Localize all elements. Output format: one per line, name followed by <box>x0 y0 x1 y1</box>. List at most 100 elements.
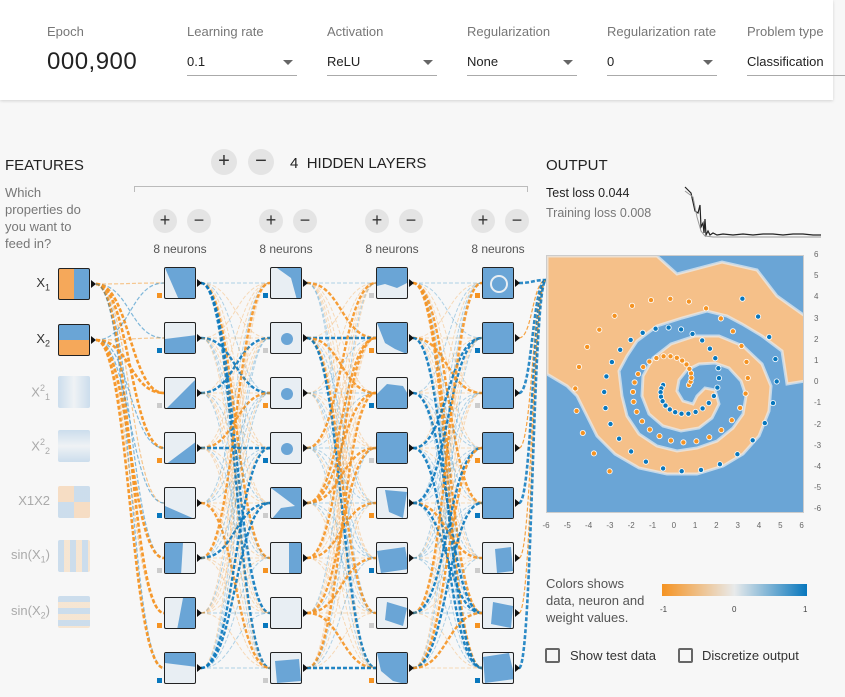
weight-link[interactable] <box>95 283 165 339</box>
problem-type-select[interactable]: Classification <box>747 54 845 76</box>
weight-link[interactable] <box>306 447 377 504</box>
weight-link[interactable] <box>200 557 271 669</box>
weight-link[interactable] <box>306 282 377 339</box>
weight-link[interactable] <box>412 392 483 449</box>
weight-link[interactable] <box>200 392 271 504</box>
weight-link[interactable] <box>200 281 271 615</box>
weight-link[interactable] <box>200 501 271 670</box>
feature-toggle[interactable] <box>58 596 90 628</box>
weight-link[interactable] <box>412 282 483 394</box>
weight-link[interactable] <box>306 446 377 505</box>
weight-link[interactable] <box>412 392 483 559</box>
weight-link[interactable] <box>200 281 271 560</box>
neuron-node[interactable] <box>270 542 302 574</box>
neuron-node[interactable] <box>376 652 408 684</box>
weight-link[interactable] <box>200 447 271 559</box>
weight-link[interactable] <box>200 392 271 559</box>
weight-link[interactable] <box>412 612 483 669</box>
weight-link[interactable] <box>306 556 377 615</box>
feature-toggle[interactable] <box>58 324 90 356</box>
neuron-node[interactable] <box>164 377 196 409</box>
weight-link[interactable] <box>412 447 483 614</box>
weight-link[interactable] <box>200 447 271 614</box>
weight-link[interactable] <box>200 282 271 394</box>
weight-link[interactable] <box>200 502 271 614</box>
weight-link[interactable] <box>412 392 483 504</box>
add-neuron-button[interactable]: + <box>259 209 283 233</box>
discretize-output-checkbox[interactable] <box>678 648 693 663</box>
neuron-node[interactable] <box>270 487 302 519</box>
weight-link[interactable] <box>306 612 377 669</box>
weight-link[interactable] <box>518 278 547 395</box>
weight-link[interactable] <box>200 392 271 614</box>
neuron-node[interactable] <box>376 487 408 519</box>
weight-link[interactable] <box>412 337 483 449</box>
weight-link[interactable] <box>200 557 271 614</box>
weight-link[interactable] <box>306 282 377 504</box>
weight-link[interactable] <box>200 282 271 394</box>
neuron-node[interactable] <box>164 267 196 299</box>
weight-link[interactable] <box>306 502 377 669</box>
feature-toggle[interactable] <box>58 540 90 572</box>
neuron-node[interactable] <box>164 322 196 354</box>
weight-link[interactable] <box>200 392 271 559</box>
weight-link[interactable] <box>412 282 483 504</box>
weight-link[interactable] <box>200 337 271 559</box>
remove-neuron-button[interactable]: − <box>399 209 423 233</box>
weight-link[interactable] <box>200 337 271 504</box>
activation-select[interactable]: ReLU <box>327 54 437 76</box>
weight-link[interactable] <box>412 447 483 504</box>
weight-link[interactable] <box>306 392 377 504</box>
learning-rate-select[interactable]: 0.1 <box>187 54 297 76</box>
weight-link[interactable] <box>412 611 483 670</box>
weight-link[interactable] <box>412 336 483 505</box>
weight-link[interactable] <box>306 502 377 559</box>
weight-link[interactable] <box>412 282 483 339</box>
weight-link[interactable] <box>200 336 271 395</box>
neuron-node[interactable] <box>164 432 196 464</box>
weight-link[interactable] <box>412 501 483 560</box>
weight-link[interactable] <box>517 278 548 670</box>
weight-link[interactable] <box>306 282 377 669</box>
neuron-node[interactable] <box>482 322 514 354</box>
remove-neuron-button[interactable]: − <box>187 209 211 233</box>
weight-link[interactable] <box>200 447 271 504</box>
weight-link[interactable] <box>306 282 377 614</box>
weight-link[interactable] <box>412 446 483 670</box>
weight-link[interactable] <box>306 281 377 450</box>
weight-link[interactable] <box>412 337 483 669</box>
weight-link[interactable] <box>412 282 483 449</box>
weight-link[interactable] <box>412 501 483 670</box>
weight-link[interactable] <box>200 282 271 339</box>
weight-link[interactable] <box>412 557 483 614</box>
neuron-node[interactable] <box>482 432 514 464</box>
weight-link[interactable] <box>306 336 377 395</box>
feature-toggle[interactable] <box>58 376 90 408</box>
weight-link[interactable] <box>200 337 271 614</box>
weight-link[interactable] <box>200 557 271 614</box>
weight-link[interactable] <box>200 282 271 449</box>
weight-link[interactable] <box>95 282 165 341</box>
weight-link[interactable] <box>95 282 165 285</box>
weight-link[interactable] <box>306 447 377 669</box>
weight-link[interactable] <box>306 557 377 669</box>
weight-link[interactable] <box>412 392 483 449</box>
weight-link[interactable] <box>306 336 377 560</box>
neuron-node[interactable] <box>482 487 514 519</box>
neuron-node[interactable] <box>376 377 408 409</box>
neuron-node[interactable] <box>164 597 196 629</box>
weight-link[interactable] <box>200 337 271 449</box>
add-layer-button[interactable]: + <box>211 149 237 175</box>
weight-link[interactable] <box>306 337 377 449</box>
weight-link[interactable] <box>306 281 377 340</box>
weight-link[interactable] <box>200 282 271 504</box>
weight-link[interactable] <box>306 282 377 614</box>
weight-link[interactable] <box>95 338 165 560</box>
weight-link[interactable] <box>412 447 483 559</box>
weight-link[interactable] <box>412 392 483 669</box>
weight-link[interactable] <box>412 447 483 504</box>
weight-link[interactable] <box>306 392 377 559</box>
weight-link[interactable] <box>517 278 548 505</box>
weight-link[interactable] <box>200 392 271 504</box>
neuron-node[interactable] <box>270 267 302 299</box>
